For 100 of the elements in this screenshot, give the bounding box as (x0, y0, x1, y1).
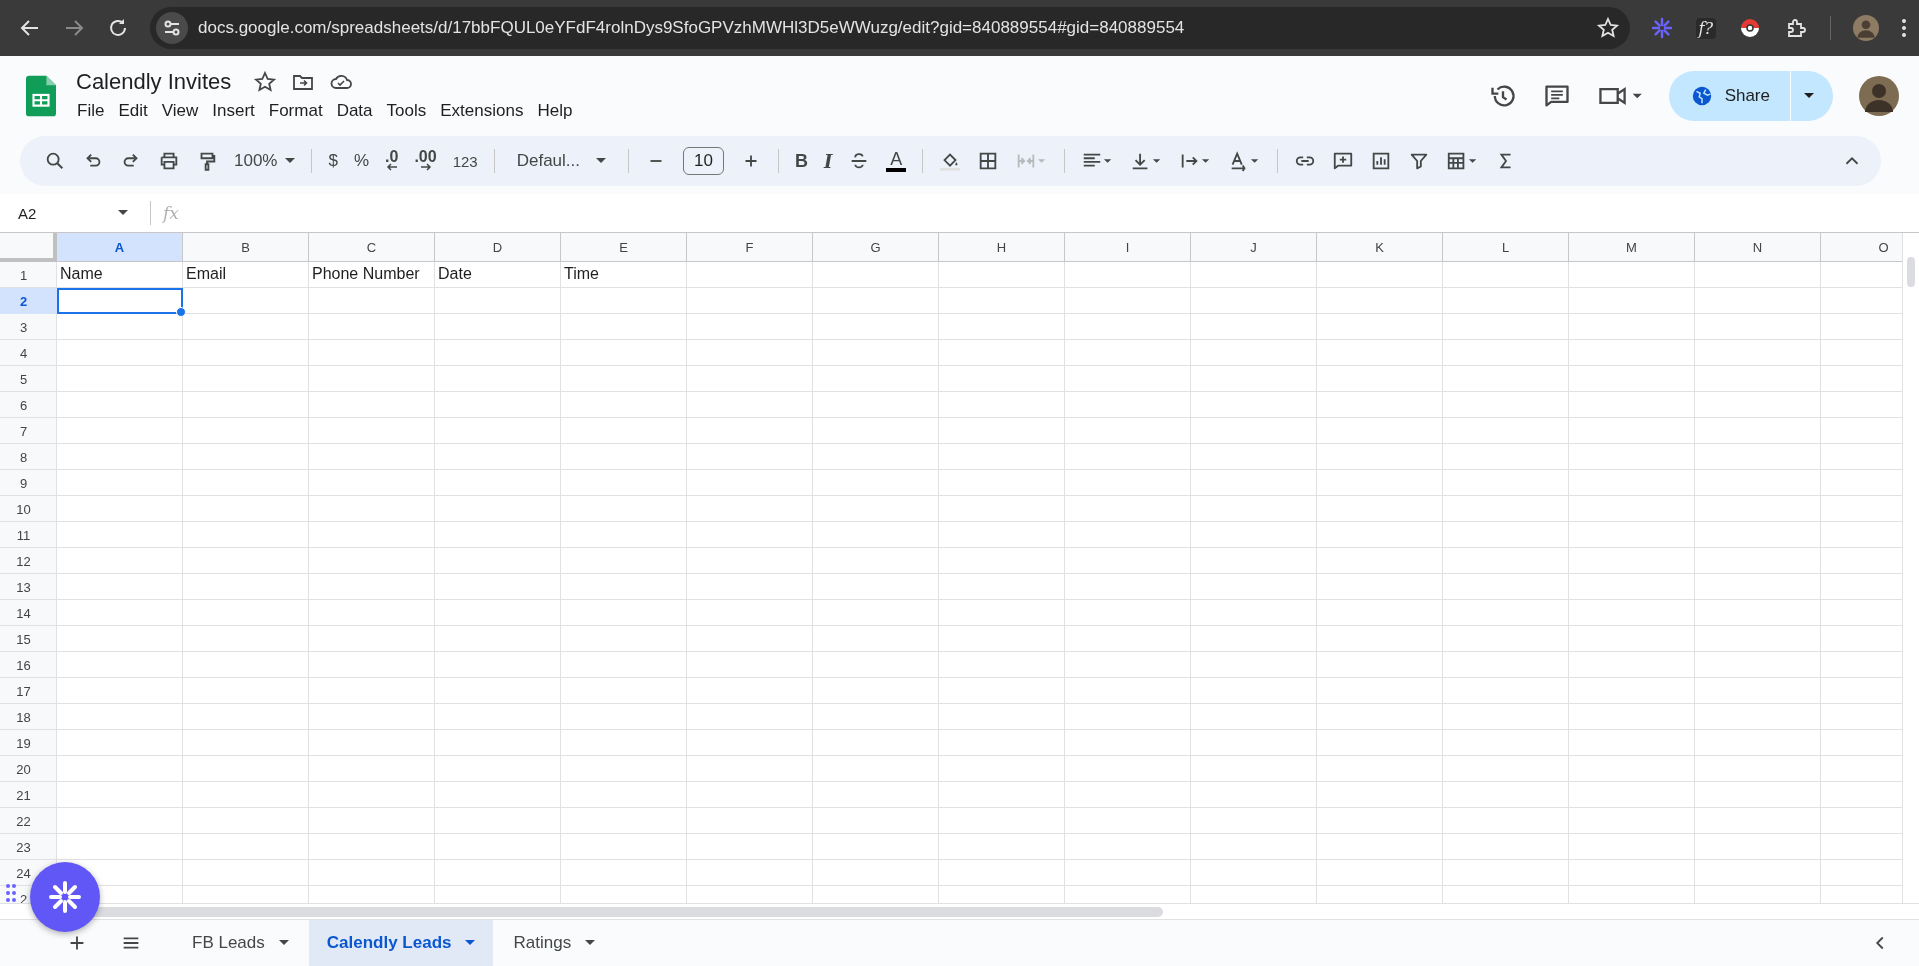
font-dropdown[interactable]: Defaul... (510, 151, 612, 171)
row-number[interactable]: 22 (16, 813, 31, 829)
row-number[interactable]: 20 (16, 761, 31, 777)
increase-decimal-button[interactable]: .00 (414, 151, 437, 171)
row-number[interactable]: 13 (16, 579, 31, 595)
menu-item[interactable]: Help (530, 99, 580, 123)
row-number[interactable]: 8 (19, 449, 28, 465)
row-number[interactable]: 17 (16, 683, 31, 699)
document-title[interactable]: Calendly Invites (76, 69, 232, 95)
sheets-logo-icon[interactable] (26, 75, 56, 117)
drag-handle-icon[interactable] (5, 883, 17, 903)
row-number[interactable]: 15 (16, 631, 31, 647)
currency-format-button[interactable]: $ (328, 151, 338, 171)
table-cell-text: Phone Number (311, 264, 421, 284)
column-header[interactable]: I (1065, 233, 1191, 262)
caret-icon (1804, 93, 1814, 99)
floating-starburst-button[interactable] (30, 862, 100, 932)
column-header[interactable]: J (1191, 233, 1317, 262)
bookmark-star-icon[interactable] (1595, 16, 1620, 40)
row-number[interactable]: 7 (19, 423, 28, 439)
caret-icon (465, 940, 476, 946)
right-arrow-icon (419, 163, 432, 171)
caret-icon (278, 940, 289, 946)
print-icon[interactable] (158, 150, 180, 172)
table-cell-text: Date (437, 264, 473, 284)
url-text: docs.google.com/spreadsheets/d/17bbFQUL0eYFdF4rolnDys9SfoGPVzhMWHl3D5eWWuzg/edit?gid=840889554#gid=840889554 (198, 18, 1186, 38)
number-format-button[interactable]: 123 (452, 152, 478, 170)
starburst-extension-icon[interactable] (1649, 16, 1674, 40)
column-header[interactable]: A (57, 233, 183, 262)
column-header[interactable]: F (687, 233, 813, 262)
pokeball-extension-icon[interactable] (1738, 16, 1762, 40)
column-header[interactable]: N (1695, 233, 1821, 262)
selected-row-header[interactable]: 2 (0, 288, 57, 314)
row-number[interactable]: 2 (19, 891, 28, 903)
column-header[interactable]: D (435, 233, 561, 262)
sheet-tab[interactable]: FB Leads (174, 920, 307, 966)
menu-item[interactable]: View (154, 99, 206, 123)
column-header[interactable]: E (561, 233, 687, 262)
account-avatar-icon[interactable] (1859, 76, 1899, 116)
row-number[interactable]: 6 (19, 397, 28, 413)
search-icon[interactable] (44, 150, 66, 172)
row-number[interactable]: 19 (16, 735, 31, 751)
row-number[interactable]: 21 (16, 787, 31, 803)
column-header[interactable]: M (1569, 233, 1695, 262)
column-header[interactable]: B (183, 233, 309, 262)
globe-icon (1690, 85, 1713, 107)
table-cell-text: Email (185, 264, 227, 284)
row-number[interactable]: 5 (19, 371, 28, 387)
italic-button[interactable]: I (823, 150, 833, 172)
row-number[interactable]: 10 (16, 501, 31, 517)
menu-item[interactable]: Tools (379, 99, 434, 123)
row-number[interactable]: 16 (16, 657, 31, 673)
table-cell-text: Name (59, 264, 104, 284)
font-size-field[interactable]: 10 (683, 147, 724, 175)
zoom-dropdown[interactable]: 100% (234, 151, 296, 171)
name-box[interactable]: A2 (0, 204, 140, 222)
column-header[interactable]: O (1821, 233, 1902, 262)
column-header[interactable]: H (939, 233, 1065, 262)
menu-item[interactable]: Insert (205, 99, 262, 123)
table-cell-text: Time (563, 264, 600, 284)
row-number[interactable]: 24 (16, 865, 31, 881)
horizontal-scrollbar[interactable] (0, 903, 1919, 919)
percent-format-button[interactable]: % (353, 151, 370, 171)
row-number[interactable]: 12 (16, 553, 31, 569)
row-number[interactable]: 9 (19, 475, 28, 491)
function-label: fx (163, 203, 179, 223)
column-header[interactable]: C (309, 233, 435, 262)
sheet-tab[interactable]: Ratings (495, 920, 614, 966)
menu-item[interactable]: File (70, 99, 112, 123)
menu-item[interactable]: Format (261, 99, 330, 123)
caret-icon (596, 158, 606, 164)
profile-avatar-icon[interactable] (1853, 15, 1879, 41)
share-button[interactable]: Share (1668, 71, 1791, 121)
row-number[interactable]: 11 (16, 527, 31, 543)
column-header[interactable]: G (813, 233, 939, 262)
row-number[interactable]: 4 (19, 345, 28, 361)
star-icon[interactable] (253, 70, 278, 94)
row-number[interactable]: 23 (16, 839, 31, 855)
menu-item[interactable]: Data (329, 99, 380, 123)
menu-item[interactable]: Edit (111, 99, 155, 123)
selected-cell[interactable] (57, 288, 183, 314)
menu-item[interactable]: Extensions (433, 99, 531, 123)
row-number[interactable]: 1 (19, 267, 28, 283)
site-settings-icon[interactable] (156, 12, 188, 44)
row-number[interactable]: 2 (19, 293, 28, 309)
address-bar[interactable]: docs.google.com/spreadsheets/d/17bbFQUL0eYFdF4rolnDys9SfoGPVzhMWHl3D5eWWuzg/edit?gid=840889554#gid=840889554 (150, 7, 1630, 49)
row-number[interactable]: 18 (16, 709, 31, 725)
row-number[interactable]: 3 (19, 319, 28, 335)
more-menu-icon[interactable] (1901, 16, 1907, 40)
left-arrow-icon (385, 163, 398, 171)
sheet-tab[interactable]: Calendly Leads (308, 920, 494, 966)
caret-icon (118, 210, 128, 216)
column-header[interactable]: K (1317, 233, 1443, 262)
add-comment-icon[interactable] (1332, 150, 1355, 172)
formula-extension-icon[interactable]: f? (1695, 17, 1716, 39)
bold-button[interactable]: B (794, 150, 808, 172)
row-number[interactable]: 14 (16, 605, 31, 621)
decrease-decimal-button[interactable]: .0 (385, 151, 399, 171)
column-header[interactable]: L (1443, 233, 1569, 262)
text-color-button[interactable]: A (886, 150, 907, 172)
